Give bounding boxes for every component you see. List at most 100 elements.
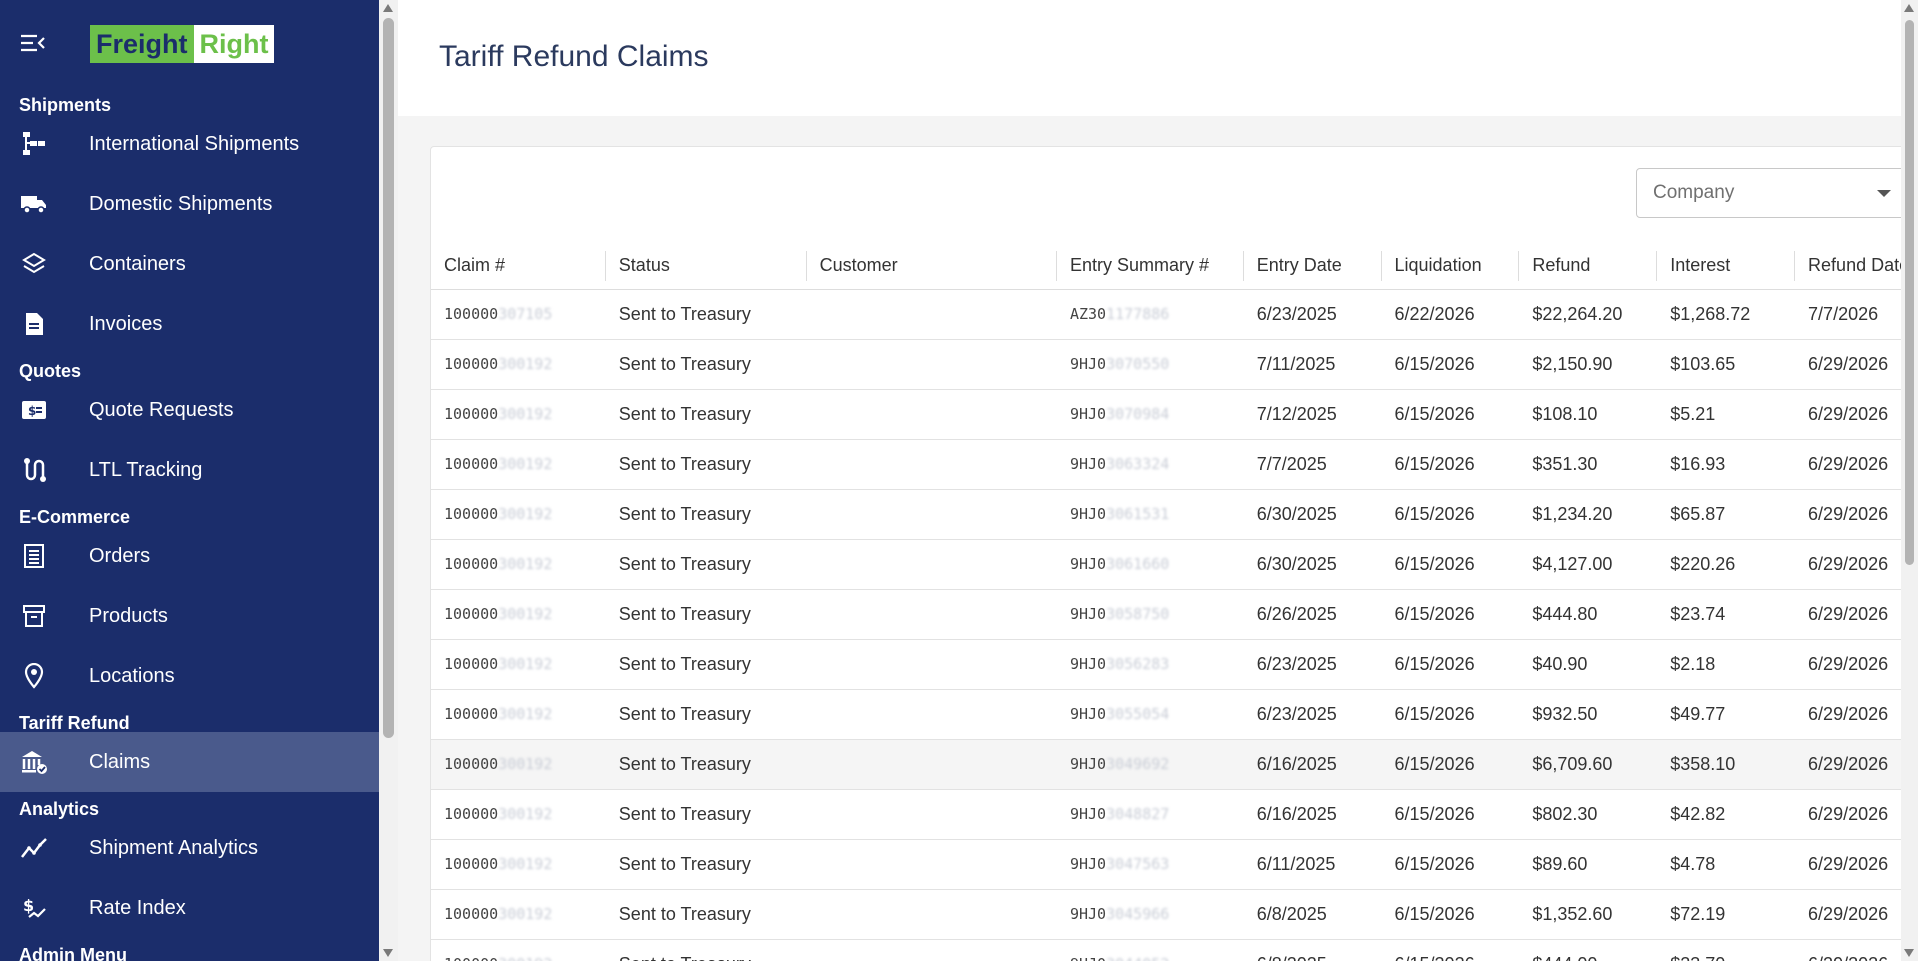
table-header-row: Claim # Status Customer Entry Summary # Entr… [431,243,1901,290]
interest-cell: $65.87 [1657,489,1796,540]
entry-summary-prefix: 9HJ0 [1069,505,1107,523]
status-cell: Sent to Treasury [605,339,807,390]
entry-summary-prefix: 9HJ0 [1069,405,1107,423]
sidebar-item-quote-requests[interactable]: $ Quote Requests [0,380,379,440]
sidebar-item-products[interactable]: Products [0,586,379,646]
refund-date-cell: 6/29/2026 [1795,739,1901,790]
liquidation-cell: 6/15/2026 [1381,539,1520,590]
customer-cell [806,939,1057,961]
claim-number-prefix: 100000 [444,505,499,523]
table-row[interactable]: 100000300192 Sent to Treasury 9HJ03047563 6… [431,839,1901,890]
customer-cell [806,739,1057,790]
column-header-customer[interactable]: Customer [806,243,1057,290]
refund-date-cell: 7/7/2026 [1795,289,1901,340]
refund-cell: $40.90 [1519,639,1658,690]
claim-number-redacted: 300192 [498,405,553,423]
claim-number-prefix: 100000 [444,855,499,873]
liquidation-cell: 6/15/2026 [1381,589,1520,640]
sidebar-item-locations[interactable]: Locations [0,646,379,706]
archive-box-icon [20,602,48,630]
table-row[interactable]: 100000300192 Sent to Treasury 9HJ03063324 7… [431,439,1901,490]
table-row[interactable]: 100000300192 Sent to Treasury 9HJ03045966 6… [431,889,1901,940]
column-header-label: Refund [1532,255,1591,276]
sidebar-item-shipment-analytics[interactable]: Shipment Analytics [0,818,379,878]
page-scrollbar-thumb[interactable] [1905,20,1914,565]
sidebar-item-label: Invoices [89,312,163,335]
page-scrollbar[interactable] [1901,0,1918,961]
claim-number-prefix: 100000 [444,955,498,961]
claim-number-redacted: 300192 [498,905,553,923]
sidebar-scrollbar-thumb[interactable] [383,18,394,738]
company-filter-select[interactable]: Company [1636,168,1901,218]
table-row[interactable]: 100000300192 Sent to Treasury 9HJ03058750 6… [431,589,1901,640]
table-row[interactable]: 100000300192 Sent to Treasury 9HJ03049692 6… [431,739,1901,790]
brand-logo-part1: Freight [90,25,194,63]
sidebar-item-containers[interactable]: Containers [0,234,379,294]
claim-number-prefix: 100000 [444,755,499,773]
status-cell: Sent to Treasury [605,439,807,490]
table-row[interactable]: 100000300192 Sent to Treasury 9HJ03061531 6… [431,489,1901,540]
column-header-interest[interactable]: Interest [1657,243,1796,290]
refund-cell: $89.60 [1519,839,1658,890]
entry-summary-prefix: 9HJ0 [1069,555,1107,573]
collapse-menu-icon[interactable] [20,33,48,55]
scroll-up-arrow-icon[interactable] [1904,4,1914,12]
column-header-entry-summary[interactable]: Entry Summary # [1056,243,1244,290]
claim-number-cell: 100000300192 [431,439,606,490]
entry-summary-redacted: 3061531 [1106,505,1170,523]
claim-number-cell: 100000300192 [431,489,606,540]
column-header-status[interactable]: Status [605,243,807,290]
table-row[interactable]: 100000300192 Sent to Treasury 9HJ03056283 6… [431,639,1901,690]
sidebar-item-rate-index[interactable]: $ Rate Index [0,878,379,938]
bank-check-icon [20,748,48,776]
column-header-refund-date[interactable]: Refund Date [1795,243,1901,290]
claim-number-redacted: 300192 [498,455,553,473]
sidebar-item-claims[interactable]: Claims [0,732,379,792]
table-row[interactable]: 100000300192 Sent to Treasury 9HJ03048827 6… [431,789,1901,840]
liquidation-cell: 6/15/2026 [1381,739,1520,790]
table-row[interactable]: 100000300192 Sent to Treasury 9HJ03070550 7… [431,339,1901,390]
table-row[interactable]: 100000300192 Sent to Treasury 9HJ03070984 7… [431,389,1901,440]
scroll-down-arrow-icon[interactable] [1904,949,1914,957]
claim-number-prefix: 100000 [444,305,499,323]
liquidation-cell: 6/15/2026 [1381,489,1520,540]
sidebar-item-ltl-tracking[interactable]: LTL Tracking [0,440,379,500]
status-cell: Sent to Treasury [605,389,807,440]
sidebar-item-label: Locations [89,664,175,687]
entry-summary-prefix: 9HJ0 [1069,655,1107,673]
column-header-liquidation[interactable]: Liquidation [1381,243,1520,290]
sidebar-scrollbar[interactable] [379,0,398,961]
liquidation-cell: 6/15/2026 [1381,339,1520,390]
refund-cell: $802.30 [1519,789,1658,840]
entry-summary-cell: 9HJ03063324 [1056,439,1244,490]
refund-date-cell: 6/29/2026 [1795,889,1901,940]
sidebar-item-label: Products [89,604,168,627]
table-row[interactable]: 100000307105 Sent to Treasury AZ301177886 6… [431,289,1901,340]
entry-date-cell: 6/30/2025 [1243,489,1382,540]
table-row[interactable]: 100000300192 Sent to Treasury 9HJ03055054 6… [431,689,1901,740]
claim-number-redacted: 300192 [498,505,553,523]
sidebar-item-domestic-shipments[interactable]: Domestic Shipments [0,174,379,234]
column-header-claim[interactable]: Claim # [431,243,606,290]
column-header-entry-date[interactable]: Entry Date [1243,243,1382,290]
refund-date-cell: 6/29/2026 [1795,939,1901,961]
column-header-refund[interactable]: Refund [1519,243,1658,290]
sidebar-item-label: Domestic Shipments [89,192,273,215]
entry-summary-redacted: 3061660 [1106,555,1170,573]
sidebar-item-international-shipments[interactable]: International Shipments [0,114,379,174]
table-row[interactable]: 100000300192 Sent to Treasury 9HJ03061660 6… [431,539,1901,590]
brand-logo[interactable]: Freight Right [90,25,275,63]
claim-number-cell: 100000300192 [431,789,606,840]
scroll-down-arrow-icon[interactable] [383,949,393,957]
claim-number-cell: 100000300192 [431,939,606,961]
sidebar-item-orders[interactable]: Orders [0,526,379,586]
refund-cell: $6,709.60 [1519,739,1658,790]
entry-date-cell: 6/23/2025 [1243,689,1382,740]
scroll-up-arrow-icon[interactable] [383,4,393,12]
entry-date-cell: 6/11/2025 [1243,839,1382,890]
sidebar-item-label: Rate Index [89,896,186,919]
table-row[interactable]: 100000300192Sent to Treasury9HJ030440526… [431,939,1901,961]
interest-cell: $23.74 [1657,589,1796,640]
page-header: Tariff Refund Claims [398,0,1901,116]
sidebar-item-invoices[interactable]: Invoices [0,294,379,354]
